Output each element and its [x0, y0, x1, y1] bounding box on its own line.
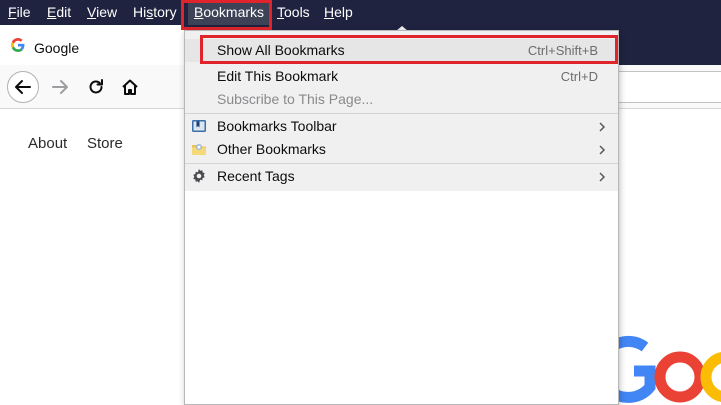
url-bar[interactable]	[618, 71, 721, 103]
home-icon	[122, 79, 138, 95]
menu-help[interactable]: Help	[324, 0, 353, 25]
bookmarks-toolbar-label: Bookmarks Toolbar	[217, 118, 337, 134]
tab-google[interactable]: Google	[0, 25, 184, 65]
menu-other-bookmarks[interactable]: Other Bookmarks	[185, 138, 618, 161]
bookmarks-toolbar-icon	[192, 120, 206, 132]
back-button[interactable]	[7, 71, 39, 103]
edit-this-bookmark-shortcut: Ctrl+D	[560, 69, 598, 84]
menu-tools[interactable]: Tools	[277, 0, 310, 25]
menu-history[interactable]: History	[133, 0, 177, 25]
menu-subscribe-to-page[interactable]: Subscribe to This Page...	[185, 88, 618, 111]
menu-view[interactable]: View	[87, 0, 117, 25]
arrow-right-icon	[52, 80, 68, 94]
store-link[interactable]: Store	[87, 135, 123, 152]
recent-tags-label: Recent Tags	[217, 168, 295, 184]
arrow-left-icon	[15, 80, 31, 94]
menu-edit[interactable]: Edit	[47, 0, 71, 25]
other-bookmarks-folder-icon	[192, 144, 206, 155]
other-bookmarks-label: Other Bookmarks	[217, 141, 326, 157]
reload-icon	[89, 79, 103, 94]
home-button[interactable]	[114, 71, 146, 103]
forward-button[interactable]	[44, 71, 76, 103]
menu-file[interactable]: File	[8, 0, 31, 25]
about-link[interactable]: About	[28, 135, 67, 152]
tab-title: Google	[34, 40, 80, 56]
reload-button[interactable]	[80, 71, 112, 103]
menu-bookmarks-toolbar[interactable]: Bookmarks Toolbar	[185, 115, 618, 138]
show-all-bookmarks-highlight	[200, 35, 618, 64]
dropdown-separator	[185, 113, 618, 114]
subscribe-label: Subscribe to This Page...	[217, 91, 374, 107]
chevron-right-icon	[599, 122, 606, 132]
menu-recent-tags[interactable]: Recent Tags	[185, 165, 618, 188]
menu-edit-this-bookmark[interactable]: Edit This Bookmark Ctrl+D	[185, 65, 618, 88]
bookmarks-dropdown: Show All Bookmarks Ctrl+Shift+B Edit Thi…	[184, 30, 619, 405]
chevron-right-icon	[599, 145, 606, 155]
edit-this-bookmark-label: Edit This Bookmark	[217, 68, 339, 84]
chevron-right-icon	[599, 172, 606, 182]
gear-icon	[193, 169, 205, 183]
menu-bar: File Edit View History Bookmarks Tools H…	[0, 0, 721, 25]
google-favicon-icon	[11, 38, 25, 52]
bookmarks-menu-highlight	[181, 0, 272, 30]
dropdown-separator	[185, 163, 618, 164]
google-logo	[610, 335, 721, 403]
